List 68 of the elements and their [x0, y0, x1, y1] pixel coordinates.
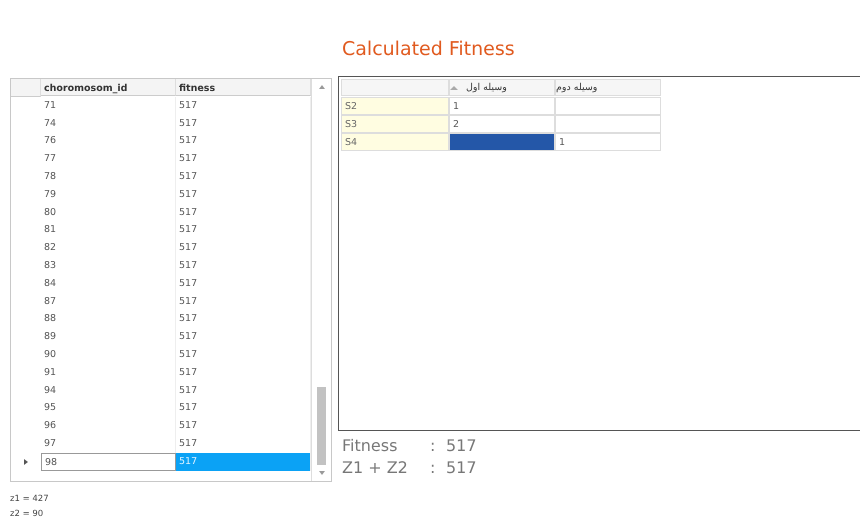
table-cell[interactable]: 1	[449, 97, 555, 115]
table-cell: 83	[41, 256, 176, 275]
row-header[interactable]: S3	[341, 115, 449, 133]
table-cell[interactable]: 1	[555, 133, 661, 151]
table-cell: 98	[41, 452, 176, 471]
column-header[interactable]: وسیله اول	[449, 79, 555, 96]
table-cell: 517	[176, 204, 311, 222]
table-cell: 91	[41, 364, 176, 382]
table-cell: 517	[176, 310, 311, 328]
table-cell: 74	[41, 114, 176, 132]
separator: :	[429, 457, 436, 479]
table-cell: 517	[176, 168, 311, 186]
summary-value: 517	[446, 435, 478, 457]
table-cell: 97	[41, 434, 176, 453]
table-cell: 76	[41, 132, 176, 150]
table-cell: 517	[176, 114, 311, 132]
header-corner	[11, 79, 41, 97]
table-cell[interactable]	[555, 115, 661, 133]
column-header[interactable]: وسیله دوم	[555, 79, 661, 96]
table-cell: 517	[176, 328, 311, 346]
table-cell: 517	[176, 221, 311, 240]
table-cell: 517	[176, 417, 311, 435]
table-cell: 90	[41, 346, 176, 364]
table-cell: 94	[41, 382, 176, 400]
table-cell: 517	[176, 239, 311, 257]
table-cell: 82	[41, 239, 176, 257]
separator: :	[429, 435, 436, 457]
scroll-thumb[interactable]	[317, 387, 326, 465]
table-cell: 517	[176, 186, 311, 204]
table-cell: 80	[41, 204, 176, 222]
column-header[interactable]: fitness	[176, 79, 311, 96]
note-text: z2 = 90	[10, 508, 44, 520]
row-header[interactable]: S4	[341, 133, 449, 151]
column-header[interactable]: choromosom_id	[41, 79, 176, 96]
table-cell: 84	[41, 274, 176, 293]
table-cell: 87	[41, 292, 176, 310]
table-cell: 95	[41, 399, 176, 418]
table-cell: 517	[176, 346, 311, 364]
table-cell: 78	[41, 168, 176, 186]
title: Calculated Fitness	[341, 37, 516, 62]
table-cell: 89	[41, 328, 176, 346]
scroll-up-icon[interactable]	[318, 85, 324, 89]
row-header[interactable]: S2	[341, 97, 449, 115]
note-text: z1 = 427	[10, 493, 50, 506]
table-cell: 517	[176, 132, 311, 150]
scroll-down-icon[interactable]	[318, 471, 324, 475]
table-cell[interactable]	[449, 133, 555, 151]
summary-label: Fitness	[342, 435, 398, 457]
table-cell[interactable]: 2	[449, 115, 555, 133]
table-cell: 517	[176, 399, 311, 418]
table-cell: 517	[176, 452, 311, 471]
table-cell: 79	[41, 186, 176, 204]
table-cell: 517	[176, 382, 311, 400]
table-cell: 71	[41, 96, 176, 115]
table-cell: 517	[176, 96, 311, 115]
table-cell: 517	[176, 274, 311, 293]
table-cell: 517	[176, 150, 311, 168]
table-cell: 96	[41, 417, 176, 435]
table-cell: 77	[41, 150, 176, 168]
table-cell: 517	[176, 256, 311, 275]
sort-ascending-icon	[450, 86, 458, 90]
summary-label: Z1 + Z2	[342, 457, 409, 479]
table-cell: 517	[176, 292, 311, 310]
summary-value: 517	[446, 457, 478, 479]
table-cell: 81	[41, 221, 176, 240]
table-cell: 517	[176, 364, 311, 382]
table-cell[interactable]	[555, 97, 661, 115]
table-cell: 88	[41, 310, 176, 328]
